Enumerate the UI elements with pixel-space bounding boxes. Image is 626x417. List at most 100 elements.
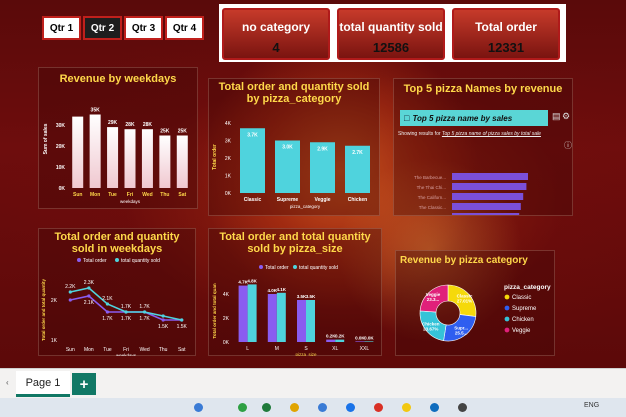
data-label: 2.7K [352,150,363,156]
data-label: 2.3K [84,280,95,286]
scroll-left-icon[interactable]: ‹ [6,378,9,387]
data-label: 35K [91,108,101,114]
y-tick-label: 2K [225,156,232,162]
page-tab-bar: ‹ Page 1 + [0,368,626,398]
revenue-category-panel[interactable]: Revenue by pizza category Classic 27.01% S… [395,250,555,356]
bar [89,114,101,188]
bar [141,129,153,188]
kpi-title: Total order [475,20,537,34]
top5-pizza-panel[interactable]: Top 5 pizza Names by revenue □ Top 5 piz… [393,78,573,216]
bar [107,127,119,188]
data-point [180,318,184,322]
gear-icon[interactable]: ⚙ [562,111,570,122]
page-tab-label: Page 1 [25,376,61,389]
x-tick-label: Tue [103,347,112,353]
legend-title: pizza_category [504,284,551,291]
app-icon-4[interactable] [318,403,327,412]
kpi-card-no-category: no category 4 [222,8,330,60]
language-indicator[interactable]: ENG [584,402,599,409]
bar [452,183,527,190]
y-axis-label: Total order and total quan [212,283,217,338]
y-tick-label: 0K [59,186,66,192]
data-label: Chicken 23.67% [422,322,440,332]
x-tick-label: XXL [360,346,370,352]
bar [159,135,171,188]
plus-icon: + [79,375,89,393]
showing-results-text: Showing results for Top 5 pizza name of … [398,131,541,137]
order-qty-weekdays-panel[interactable]: Total order and quantity sold in weekday… [38,228,196,356]
x-tick-label: Wed [142,192,152,198]
data-point [87,294,91,298]
app-icon-7[interactable] [402,403,411,412]
x-tick-label: Veggie [314,197,330,203]
bar [364,341,374,342]
bar [452,213,520,215]
bar [247,284,257,342]
bar [306,300,315,342]
data-point [124,310,128,314]
quarter-button-1[interactable]: Qtr 1 [42,16,81,40]
data-label: 2.9K [317,146,328,152]
kpi-value: 12586 [372,40,410,55]
quarter-button-2[interactable]: Qtr 2 [83,16,122,40]
bar [124,129,136,188]
showing-link[interactable]: Top 5 pizza name of pizza sales by total… [442,131,541,137]
x-axis-label: pizza_size [295,352,317,356]
revenue-weekdays-chart: 0K 10K 20K 30K Sum of sales Sun 35K Mon 29K Tue 28… [43,108,188,204]
revenue-weekdays-panel[interactable]: Revenue by weekdays 0K 10K 20K 30K Sum of sa… [38,67,198,209]
kpi-title: total quantity sold [339,20,443,34]
y-tick-label: 1K [225,174,232,180]
search-icon[interactable] [194,403,203,412]
bar [452,173,528,180]
x-tick-label: Sun [66,347,75,353]
qa-search-box[interactable]: □ Top 5 pizza name by sales [400,110,548,126]
bar [276,292,286,342]
data-point [105,302,110,306]
app-icon-1[interactable] [238,403,247,412]
bar [355,341,365,342]
data-label: 1.7K [139,304,150,310]
add-page-button[interactable]: + [72,373,96,395]
y-tick-label: 2K [51,298,58,304]
panel-title: Top 5 pizza Names by revenue [403,83,563,95]
kpi-title: no category [241,20,310,34]
data-label: 2.2K [65,284,76,290]
x-tick-label: Sat [178,192,186,198]
qa-search-text: Top 5 pizza name by sales [412,113,513,123]
order-qty-size-panel[interactable]: Total order and total quantity sold by p… [208,228,382,356]
app-icon-8[interactable] [430,403,439,412]
order-qty-category-panel[interactable]: Total order and quantity sold by pizza_c… [208,78,380,216]
y-tick-label: 4K [223,292,230,298]
x-tick-label: Chicken [348,197,367,203]
order-qty-category-chart: 0K 1K 2K 3K 4K Total order 3.7K Classic 3.0K Supr… [212,121,370,209]
app-icon-2[interactable] [262,403,271,412]
page-tab-1[interactable]: Page 1 [16,371,70,397]
app-icon-6[interactable] [374,403,383,412]
legend-swatch [504,305,510,311]
revenue-category-chart: Classic 27.01% Supr... 25.5... Chicken 23.67%… [419,284,551,342]
quarter-button-3[interactable]: Qtr 3 [124,16,163,40]
y-tick-label: 0K [223,340,230,346]
x-tick-label: Sat [178,347,186,353]
x-tick-label: Sun [73,192,82,198]
y-tick-label: The Barbecue... [414,175,446,180]
legend-swatch [115,258,119,262]
y-tick-label: The Classic... [419,205,446,210]
y-tick-label: 4K [225,121,232,127]
convert-visual-icon[interactable]: ▤ [552,111,561,122]
data-label: 25K [160,129,170,135]
quarter-button-4[interactable]: Qtr 4 [165,16,204,40]
legend-swatch [504,327,510,333]
x-tick-label: M [275,346,279,352]
app-icon-5[interactable] [346,403,355,412]
bar [238,285,248,342]
kpi-value: 12331 [487,40,525,55]
app-icon-3[interactable] [290,403,299,412]
y-tick-label: 1K [51,338,58,344]
data-label: 3.5K [306,294,316,299]
app-icon-9[interactable] [458,403,467,412]
bar [452,193,524,200]
panel-title: Total order and quantity sold by pizza_c… [218,81,370,105]
legend-swatch [293,265,297,269]
panel-title: Total order and total quantity sold by p… [219,231,371,255]
